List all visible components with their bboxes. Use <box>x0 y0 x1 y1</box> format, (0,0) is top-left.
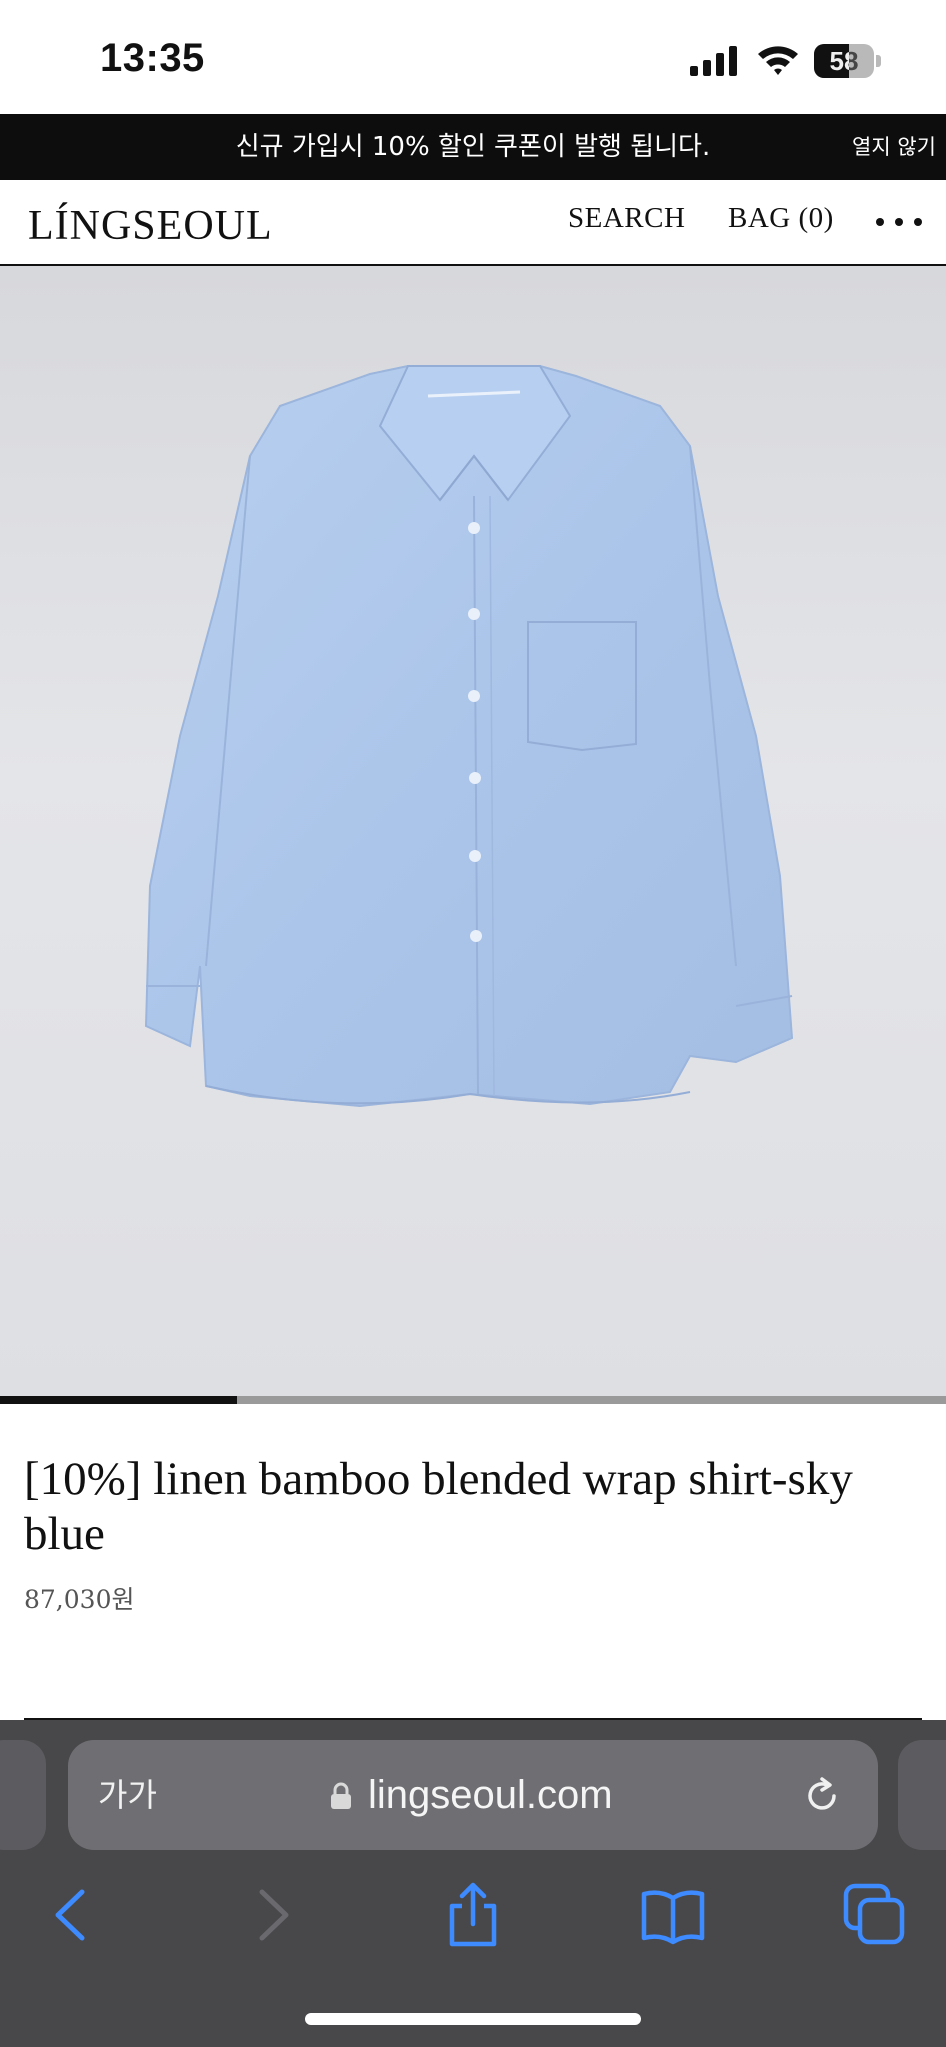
home-indicator[interactable] <box>305 2013 641 2025</box>
gallery-progress-fill <box>0 1396 237 1404</box>
promo-banner: 신규 가입시 10% 할인 쿠폰이 발행 됩니다. 열지 않기 <box>0 114 946 180</box>
next-tab-peek[interactable] <box>898 1740 946 1850</box>
product-info: [10%] linen bamboo blended wrap shirt-sk… <box>0 1404 946 1720</box>
browser-toolbar: 가가 lingseoul.com <box>0 1720 946 2047</box>
product-image[interactable] <box>0 266 946 1396</box>
chevron-left-icon[interactable] <box>36 1880 106 1950</box>
promo-text: 신규 가입시 10% 할인 쿠폰이 발행 됩니다. <box>235 132 711 162</box>
battery-cap <box>876 55 881 67</box>
lock-icon <box>331 1782 351 1809</box>
site-logo[interactable]: LÍNGSEOUL <box>28 202 273 250</box>
bag-link[interactable]: BAG (0) <box>728 202 834 235</box>
search-link[interactable]: SEARCH <box>568 202 685 235</box>
address-bar[interactable]: 가가 lingseoul.com <box>68 1740 878 1850</box>
book-icon[interactable] <box>638 1880 708 1950</box>
url-text[interactable]: lingseoul.com <box>368 1740 613 1850</box>
text-size-button[interactable]: 가가 <box>98 1740 157 1850</box>
ellipsis-icon[interactable] <box>876 218 922 230</box>
status-bar: 13:35 58 <box>0 0 946 114</box>
promo-close-button[interactable]: 열지 않기 <box>852 114 936 180</box>
reload-icon[interactable] <box>802 1776 842 1816</box>
product-price: 87,030원 <box>24 1585 135 1614</box>
share-icon[interactable] <box>438 1880 508 1950</box>
battery-level: 58 <box>829 46 859 76</box>
chevron-right-icon[interactable] <box>238 1880 308 1950</box>
previous-tab-peek[interactable] <box>0 1740 46 1850</box>
wifi-icon <box>758 46 798 75</box>
tabs-icon[interactable] <box>840 1880 910 1950</box>
status-time: 13:35 <box>100 36 205 80</box>
site-header: LÍNGSEOUL SEARCH BAG (0) <box>0 180 946 266</box>
battery-icon: 58 <box>814 44 881 78</box>
product-title: [10%] linen bamboo blended wrap shirt-sk… <box>24 1453 853 1560</box>
shirt-illustration <box>144 365 794 1108</box>
cellular-signal-icon <box>690 46 737 76</box>
gallery-progress <box>0 1396 946 1404</box>
